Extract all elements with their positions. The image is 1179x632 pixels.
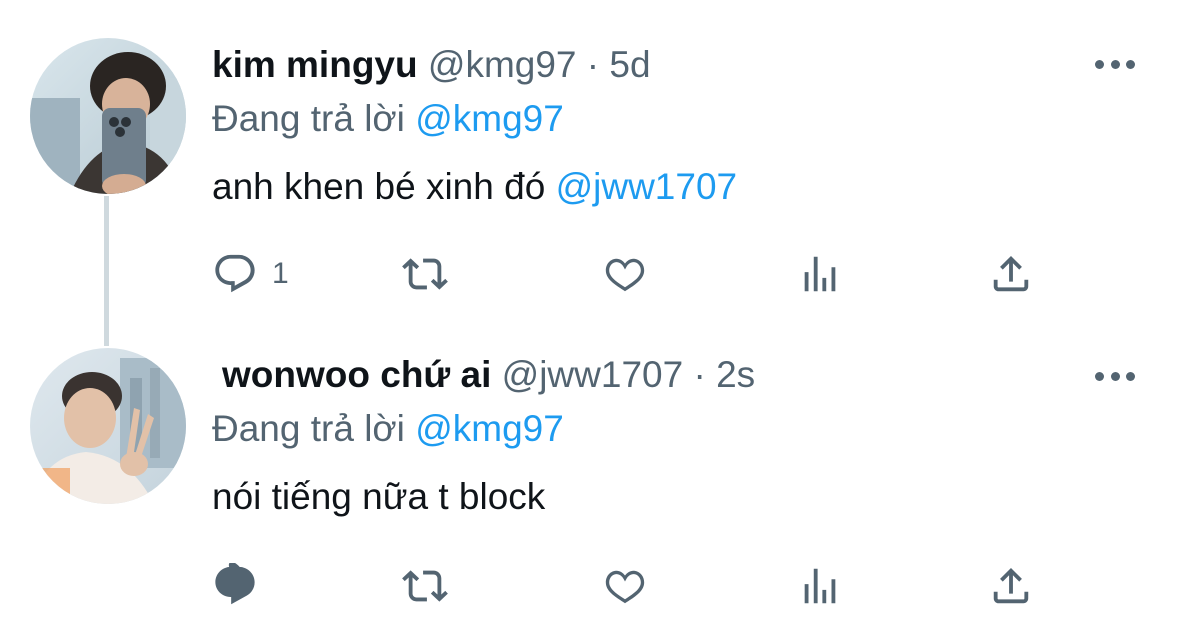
- views-icon: [804, 568, 836, 604]
- replying-label: Đang trả lời: [212, 98, 405, 139]
- tweet-text-content: nói tiếng nữa t block: [212, 476, 546, 517]
- avatar[interactable]: [30, 38, 186, 194]
- like-button[interactable]: [602, 562, 648, 610]
- share-icon: [993, 567, 1029, 604]
- retweet-button[interactable]: [402, 562, 448, 610]
- tweet-mention[interactable]: @jww1707: [556, 166, 738, 207]
- tweet-text: nói tiếng nữa t block: [212, 474, 545, 520]
- retweet-button[interactable]: [402, 250, 448, 298]
- retweet-icon: [402, 570, 448, 602]
- display-name[interactable]: wonwoo chứ ai: [222, 354, 491, 395]
- action-bar: 1: [212, 250, 1042, 298]
- tweet[interactable]: wonwoo chứ ai @jww1707 · 2s Đang trả lời…: [0, 312, 1179, 632]
- like-icon: [605, 570, 645, 604]
- reply-icon: [215, 254, 255, 293]
- tweet-header: wonwoo chứ ai @jww1707 · 2s: [222, 354, 755, 396]
- more-icon[interactable]: [1095, 368, 1135, 384]
- share-button[interactable]: [988, 562, 1034, 610]
- user-handle[interactable]: @kmg97: [428, 44, 577, 85]
- views-button[interactable]: [797, 562, 843, 610]
- separator-dot: ·: [693, 354, 706, 395]
- replying-to: Đang trả lời @kmg97: [212, 98, 564, 140]
- display-name[interactable]: kim mingyu: [212, 44, 418, 85]
- reply-button[interactable]: 1: [212, 250, 289, 298]
- action-bar: [212, 562, 1042, 610]
- views-icon: [804, 256, 836, 292]
- like-button[interactable]: [602, 250, 648, 298]
- replying-mention[interactable]: @kmg97: [415, 408, 564, 449]
- timestamp[interactable]: 5d: [609, 44, 650, 85]
- tweet-header: kim mingyu @kmg97 · 5d: [212, 44, 651, 86]
- timestamp[interactable]: 2s: [716, 354, 755, 395]
- avatar-image: [30, 348, 186, 504]
- replying-to: Đang trả lời @kmg97: [212, 408, 564, 450]
- user-handle[interactable]: @jww1707: [502, 354, 684, 395]
- avatar-image: [30, 38, 186, 194]
- like-icon: [605, 258, 645, 292]
- reply-count: 1: [272, 257, 289, 290]
- replying-label: Đang trả lời: [212, 408, 405, 449]
- retweet-icon: [402, 258, 448, 290]
- replying-mention[interactable]: @kmg97: [415, 98, 564, 139]
- views-button[interactable]: [797, 250, 843, 298]
- share-icon: [993, 255, 1029, 292]
- tweet-text: anh khen bé xinh đó @jww1707: [212, 164, 737, 210]
- avatar[interactable]: [30, 348, 186, 504]
- tweet[interactable]: kim mingyu @kmg97 · 5d Đang trả lời @kmg…: [0, 0, 1179, 310]
- reply-icon: [215, 563, 255, 605]
- tweet-text-content: anh khen bé xinh đó: [212, 166, 556, 207]
- share-button[interactable]: [988, 250, 1034, 298]
- more-icon[interactable]: [1095, 56, 1135, 72]
- reply-button[interactable]: [212, 562, 258, 610]
- separator-dot: ·: [586, 44, 600, 85]
